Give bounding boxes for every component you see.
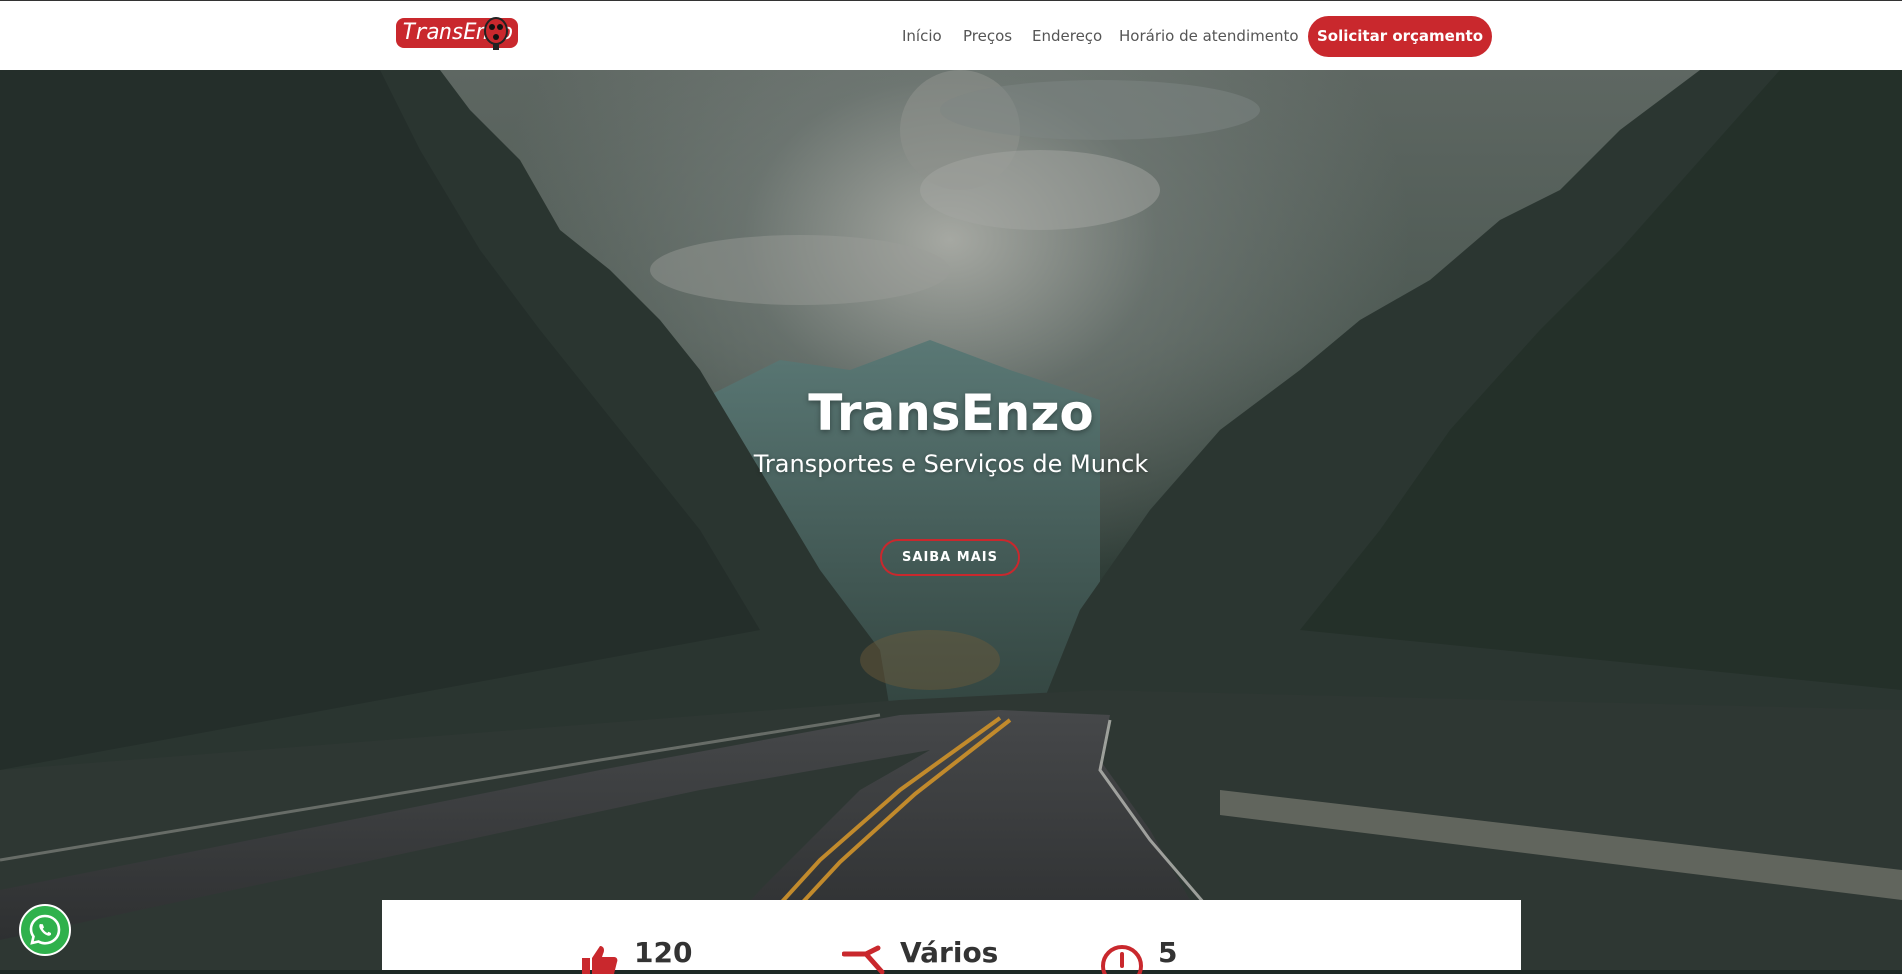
hero-background-image: [0, 70, 1902, 970]
nav-item-endereco[interactable]: Endereço: [1032, 27, 1102, 45]
request-quote-button[interactable]: Solicitar orçamento: [1308, 16, 1492, 57]
stats-panel: 120 Vários 5: [382, 900, 1521, 974]
hero-section: TransEnzo Transportes e Serviços de Munc…: [0, 70, 1902, 970]
whatsapp-icon: [29, 914, 61, 945]
site-logo[interactable]: TransEnzo: [396, 14, 519, 56]
nav-item-horario[interactable]: Horário de atendimento: [1119, 27, 1299, 45]
nav-item-inicio[interactable]: Início: [902, 27, 942, 45]
hero-title: TransEnzo: [808, 384, 1094, 442]
whatsapp-button[interactable]: [19, 904, 71, 956]
stat-value: 120: [634, 936, 693, 969]
nav-item-precos[interactable]: Preços: [963, 27, 1012, 45]
site-header: TransEnzo Início Preços Endereço Horário…: [0, 0, 1902, 70]
hero-subtitle: Transportes e Serviços de Munck: [753, 450, 1149, 478]
logo-badge-icon: [484, 17, 508, 50]
stat-value: 5: [1158, 936, 1178, 969]
learn-more-button[interactable]: SAIBA MAIS: [880, 539, 1020, 576]
stat-value: Vários: [900, 936, 999, 969]
